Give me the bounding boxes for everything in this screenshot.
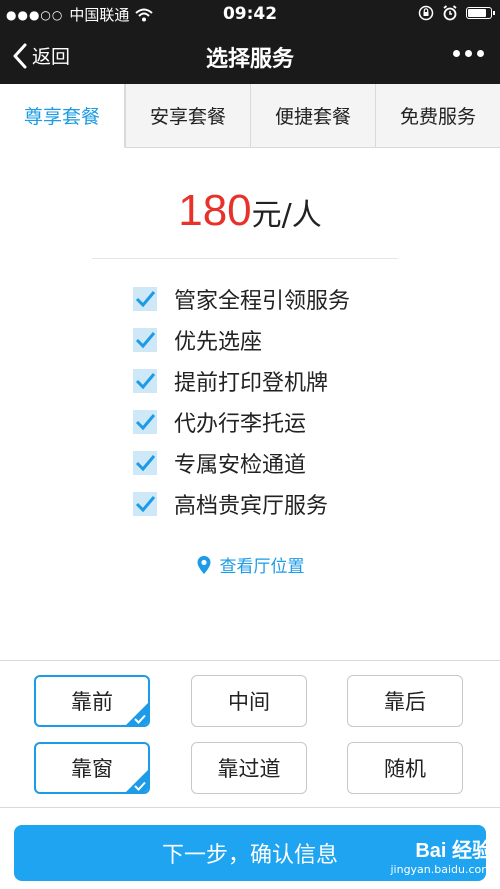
feature-label: 优先选座 xyxy=(174,329,263,355)
seat-window-button[interactable]: 靠窗 xyxy=(34,742,150,794)
price-amount: 180 xyxy=(178,186,252,235)
feature-label: 专属安检通道 xyxy=(174,452,307,478)
seat-middle-button[interactable]: 中间 xyxy=(191,675,307,727)
tab-quick-package[interactable]: 便捷套餐 xyxy=(250,84,375,147)
checkbox-checked-icon xyxy=(133,368,157,393)
feature-label: 提前打印登机牌 xyxy=(174,370,329,396)
watermark-brand: Bai 经验 xyxy=(415,840,492,862)
checkbox-checked-icon xyxy=(133,286,157,311)
location-link-label: 查看厅位置 xyxy=(219,557,305,577)
seat-aisle-button[interactable]: 靠过道 xyxy=(191,742,307,794)
seat-option-label: 靠窗 xyxy=(71,757,113,781)
rotation-lock-icon xyxy=(418,5,434,21)
location-pin-icon xyxy=(197,555,210,574)
battery-icon xyxy=(466,7,495,19)
view-lounge-location-link[interactable]: 查看厅位置 xyxy=(0,552,500,577)
baidu-jingyan-watermark: Bai 经验 jingyan.baidu.com xyxy=(390,834,492,876)
tab-premium-package[interactable]: 尊享套餐 xyxy=(0,84,125,148)
feature-label: 高档贵宾厅服务 xyxy=(174,493,329,519)
status-right xyxy=(418,5,495,21)
feature-item: 管家全程引领服务 xyxy=(132,278,350,319)
feature-item: 专属安检通道 xyxy=(132,442,350,483)
checkbox-checked-icon xyxy=(133,491,157,516)
feature-item: 高档贵宾厅服务 xyxy=(132,483,350,524)
seat-option-label: 随机 xyxy=(384,757,426,781)
checkmark-icon xyxy=(134,714,146,724)
seat-random-button[interactable]: 随机 xyxy=(347,742,463,794)
next-button-label: 下一步，确认信息 xyxy=(161,843,338,868)
feature-item: 代办行李托运 xyxy=(132,401,350,442)
package-tabs: 尊享套餐 安享套餐 便捷套餐 免费服务 xyxy=(0,84,500,148)
seat-option-label: 靠前 xyxy=(71,690,113,714)
feature-label: 代办行李托运 xyxy=(174,411,307,437)
seat-option-label: 靠后 xyxy=(384,690,426,714)
seat-front-button[interactable]: 靠前 xyxy=(34,675,150,727)
battery-fill xyxy=(468,9,486,17)
feature-label: 管家全程引领服务 xyxy=(174,288,351,314)
seat-back-button[interactable]: 靠后 xyxy=(347,675,463,727)
price-unit: 元/人 xyxy=(251,198,322,233)
tab-free-service[interactable]: 免费服务 xyxy=(375,84,500,147)
watermark-url: jingyan.baidu.com xyxy=(390,863,492,876)
seat-option-label: 中间 xyxy=(228,690,270,714)
checkbox-checked-icon xyxy=(133,327,157,352)
navigation-bar: 返回 选择服务 xyxy=(0,28,500,84)
price-display: 180元/人 xyxy=(0,186,500,236)
feature-list: 管家全程引领服务 优先选座 提前打印登机牌 代办行李托运 专属安检通道 高档贵宾… xyxy=(132,278,350,524)
divider xyxy=(92,258,398,259)
feature-item: 优先选座 xyxy=(132,319,350,360)
checkbox-checked-icon xyxy=(133,450,157,475)
tab-comfort-package[interactable]: 安享套餐 xyxy=(125,84,250,147)
checkmark-icon xyxy=(134,781,146,791)
seat-option-label: 靠过道 xyxy=(217,757,281,781)
page-title: 选择服务 xyxy=(205,47,294,72)
status-bar: ●●●○○ 中国联通 09:42 xyxy=(0,0,500,28)
seat-preference-section: 靠前 中间 靠后 靠窗 靠过道 随机 xyxy=(0,660,500,808)
alarm-icon xyxy=(443,5,457,21)
more-icon[interactable] xyxy=(453,50,484,57)
feature-item: 提前打印登机牌 xyxy=(132,360,350,401)
checkbox-checked-icon xyxy=(133,409,157,434)
